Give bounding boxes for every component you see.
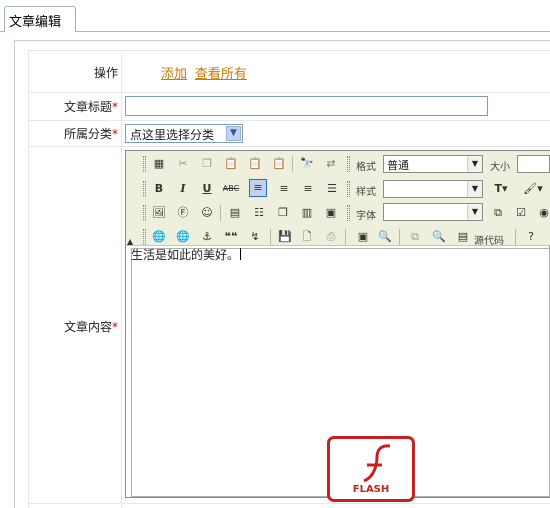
chevron-down-icon[interactable]: ▼ — [467, 156, 482, 172]
size-label: 大小 — [490, 162, 510, 173]
collapse-toolbar-icon[interactable]: ▲ — [127, 238, 137, 246]
actions-label: 操作 — [93, 66, 118, 80]
print-icon[interactable]: ⎙ — [322, 228, 340, 246]
category-select[interactable]: 点这里选择分类 ▼ — [125, 124, 243, 143]
chevron-down-icon[interactable]: ▼ — [467, 204, 482, 220]
toolbar-separator — [399, 229, 400, 245]
link-icon[interactable]: 🌐 — [150, 228, 168, 246]
format-select-value: 普通 — [387, 159, 409, 172]
category-select-value: 点这里选择分类 — [130, 128, 215, 142]
row-divider — [28, 146, 550, 147]
format-select[interactable]: 普通 ▼ — [383, 155, 483, 173]
checkbox-icon[interactable]: ☑ — [512, 204, 530, 222]
table-icon[interactable]: ▤ — [226, 204, 244, 222]
anchor-icon[interactable]: ⚓ — [198, 228, 216, 246]
text-color-icon[interactable]: T▾ — [488, 180, 514, 198]
toolbar-separator — [270, 229, 271, 245]
flash-logo-icon — [363, 444, 391, 483]
align-justify-icon[interactable]: ☰ — [323, 180, 341, 198]
chevron-down-icon[interactable]: ▼ — [467, 181, 482, 197]
smiley-icon[interactable]: ☺ — [198, 204, 216, 222]
select-all-icon[interactable]: 🔍 — [430, 228, 448, 246]
toolbar-grip[interactable] — [143, 205, 146, 221]
copy-icon[interactable]: ❐ — [198, 155, 216, 173]
insert-field-icon[interactable]: ⧉ — [489, 204, 507, 222]
row-divider — [28, 92, 550, 93]
special-char-icon[interactable]: ❒ — [274, 204, 292, 222]
view-all-link[interactable]: 查看所有 — [195, 67, 247, 82]
tab-article-edit[interactable]: 文章编辑 — [4, 6, 76, 32]
chevron-down-icon[interactable]: ▼ — [226, 126, 241, 141]
help-icon[interactable]: ? — [522, 228, 540, 246]
tab-label: 文章编辑 — [9, 15, 62, 30]
style-label: 样式 — [356, 187, 376, 198]
flash-icon[interactable]: Ⓕ — [174, 204, 192, 222]
undo-icon[interactable]: ⧉ — [406, 228, 424, 246]
toolbar-separator — [345, 229, 346, 245]
italic-icon[interactable]: I — [174, 180, 192, 198]
image-icon[interactable]: 🖼 — [150, 204, 168, 222]
cut-icon[interactable]: ✂ — [174, 155, 192, 173]
new-page-icon[interactable]: 🗋 — [298, 228, 316, 246]
toolbar-grip[interactable] — [347, 181, 350, 197]
toolbar-grip[interactable] — [143, 156, 146, 172]
toolbar-separator — [292, 156, 293, 172]
paste-icon[interactable]: 📋 — [222, 155, 240, 173]
category-label: 所属分类* — [63, 127, 118, 141]
align-center-icon[interactable]: ≡ — [275, 180, 293, 198]
row-divider — [28, 503, 550, 504]
save-icon[interactable]: 💾 — [276, 228, 294, 246]
preview-icon[interactable]: 🔍 — [376, 228, 394, 246]
paste-word-icon[interactable]: 📋 — [270, 155, 288, 173]
row-divider — [28, 120, 550, 121]
horizontal-rule-icon[interactable]: ☷ — [250, 204, 268, 222]
font-select[interactable]: ▼ — [383, 203, 483, 221]
required-mark: * — [112, 100, 118, 114]
font-label: 字体 — [356, 211, 376, 222]
source-code-label[interactable]: 源代码 — [474, 232, 504, 247]
required-mark: * — [112, 127, 118, 141]
replace-icon[interactable]: ⇄ — [322, 155, 340, 173]
format-label: 格式 — [356, 162, 376, 173]
add-link[interactable]: 添加 — [161, 67, 187, 82]
size-select[interactable] — [517, 155, 550, 173]
toolbar-grip[interactable] — [143, 181, 146, 197]
code-insert-icon[interactable]: ↯ — [246, 228, 264, 246]
required-mark: * — [112, 320, 118, 334]
align-right-icon[interactable]: ≡ — [299, 180, 317, 198]
style-select[interactable]: ▼ — [383, 180, 483, 198]
toolbar-separator — [515, 229, 516, 245]
toolbar-grip[interactable] — [143, 229, 146, 245]
flash-label: FLASH — [352, 484, 390, 495]
text-cursor — [240, 248, 241, 260]
underline-icon[interactable]: U — [198, 180, 216, 198]
source-code-icon[interactable]: ▤ — [454, 228, 472, 246]
column-divider — [121, 50, 122, 508]
paste-text-icon[interactable]: 📋 — [246, 155, 264, 173]
title-input[interactable] — [125, 96, 488, 116]
background-color-icon[interactable]: 🖌▾ — [518, 180, 548, 198]
toolbar-grip[interactable] — [347, 156, 350, 172]
template-icon[interactable]: ▣ — [322, 204, 340, 222]
find-icon[interactable]: 🔭 — [298, 155, 316, 173]
align-left-icon[interactable]: ≡ — [249, 179, 267, 197]
editor-content-text: 生活是如此的美好。 — [131, 248, 240, 262]
page-break-icon[interactable]: ▥ — [298, 204, 316, 222]
toolbar-separator — [220, 205, 221, 221]
title-label: 文章标题* — [63, 100, 118, 114]
bold-icon[interactable]: B — [150, 180, 168, 198]
content-label: 文章内容* — [63, 320, 118, 334]
toolbar-grip[interactable] — [347, 205, 350, 221]
tab-strip-line — [0, 31, 550, 32]
table-grid-icon[interactable]: ▦ — [150, 155, 168, 173]
fullscreen-icon[interactable]: ▣ — [354, 228, 372, 246]
strikethrough-icon[interactable]: ABC — [222, 180, 240, 198]
blockquote-icon[interactable]: ❝❝ — [222, 228, 240, 246]
radio-icon[interactable]: ◉ — [535, 204, 550, 222]
unlink-icon[interactable]: 🌐 — [174, 228, 192, 246]
